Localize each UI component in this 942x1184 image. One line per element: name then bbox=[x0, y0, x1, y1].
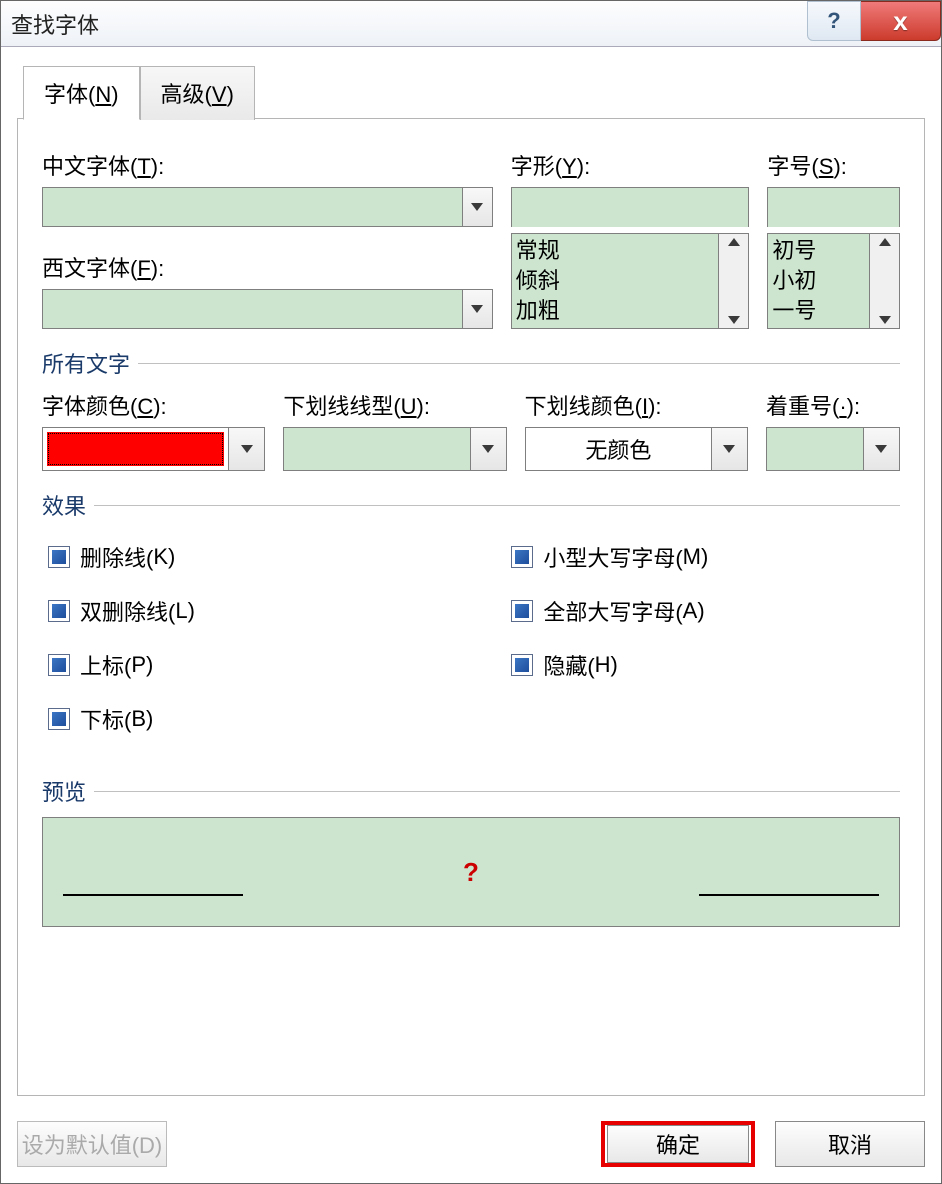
scroll-up-icon[interactable] bbox=[879, 238, 891, 246]
tab-advanced[interactable]: 高级(V) bbox=[140, 66, 255, 120]
chevron-down-icon bbox=[482, 445, 494, 453]
chevron-down-icon bbox=[471, 203, 483, 211]
window-title: 查找字体 bbox=[11, 8, 99, 40]
section-preview: 预览 bbox=[42, 775, 900, 807]
chinese-font-dropdown[interactable] bbox=[462, 188, 492, 226]
scroll-up-icon[interactable] bbox=[728, 238, 740, 246]
underline-color-combo[interactable]: 无颜色 bbox=[525, 427, 748, 471]
check-icon bbox=[52, 658, 66, 672]
label-underline-style: 下划线线型(U): bbox=[283, 389, 506, 421]
font-style-list[interactable]: 常规 倾斜 加粗 bbox=[511, 233, 750, 329]
check-icon bbox=[515, 604, 529, 618]
close-button[interactable]: x bbox=[861, 1, 941, 41]
tab-font[interactable]: 字体(N) bbox=[23, 66, 140, 120]
check-icon bbox=[52, 712, 66, 726]
font-size-list[interactable]: 初号 小初 一号 bbox=[767, 233, 900, 329]
tabstrip: 字体(N) 高级(V) bbox=[23, 65, 925, 119]
label-font-style: 字形(Y): bbox=[511, 149, 750, 181]
font-color-combo[interactable] bbox=[42, 427, 265, 471]
preview-mark: ? bbox=[463, 857, 479, 888]
scrollbar[interactable] bbox=[718, 234, 748, 328]
font-color-swatch bbox=[47, 432, 224, 466]
chevron-down-icon bbox=[875, 445, 887, 453]
underline-style-dropdown[interactable] bbox=[470, 428, 506, 470]
list-item[interactable]: 小初 bbox=[772, 266, 865, 296]
check-strikethrough[interactable]: 删除线(K) bbox=[48, 541, 505, 573]
preview-underline-left bbox=[63, 894, 243, 896]
titlebar: 查找字体 ? x bbox=[1, 1, 941, 47]
find-font-dialog: 查找字体 ? x 字体(N) 高级(V) 中文字体(T): bbox=[0, 0, 942, 1184]
list-item[interactable]: 初号 bbox=[772, 236, 865, 266]
cancel-button[interactable]: 取消 bbox=[775, 1121, 925, 1167]
label-emphasis: 着重号(·): bbox=[766, 389, 900, 421]
list-item[interactable]: 一号 bbox=[772, 296, 865, 326]
underline-color-dropdown[interactable] bbox=[711, 428, 747, 470]
label-font-size: 字号(S): bbox=[767, 149, 900, 181]
chevron-down-icon bbox=[471, 305, 483, 313]
chevron-down-icon bbox=[723, 445, 735, 453]
check-hidden[interactable]: 隐藏(H) bbox=[511, 649, 900, 681]
western-font-value[interactable] bbox=[43, 290, 462, 328]
font-size-input[interactable] bbox=[767, 187, 900, 227]
section-all-text: 所有文字 bbox=[42, 347, 900, 379]
underline-color-value: 无颜色 bbox=[526, 428, 711, 470]
scroll-down-icon[interactable] bbox=[879, 316, 891, 324]
effects-checks: 删除线(K) 双删除线(L) 上标(P) 下标(B) bbox=[42, 531, 900, 757]
font-color-dropdown[interactable] bbox=[228, 428, 264, 470]
ok-button[interactable]: 确定 bbox=[601, 1121, 755, 1167]
label-western-font: 西文字体(F): bbox=[42, 251, 493, 283]
check-double-strikethrough[interactable]: 双删除线(L) bbox=[48, 595, 505, 627]
check-icon bbox=[515, 658, 529, 672]
check-icon bbox=[515, 550, 529, 564]
help-button[interactable]: ? bbox=[807, 1, 861, 41]
preview-underline-right bbox=[699, 894, 879, 896]
check-icon bbox=[52, 550, 66, 564]
underline-style-combo[interactable] bbox=[283, 427, 506, 471]
chinese-font-value[interactable] bbox=[43, 188, 462, 226]
check-small-caps[interactable]: 小型大写字母(M) bbox=[511, 541, 900, 573]
western-font-dropdown[interactable] bbox=[462, 290, 492, 328]
chevron-down-icon bbox=[241, 445, 253, 453]
scroll-down-icon[interactable] bbox=[728, 316, 740, 324]
list-item[interactable]: 加粗 bbox=[516, 296, 715, 326]
check-all-caps[interactable]: 全部大写字母(A) bbox=[511, 595, 900, 627]
window-controls: ? x bbox=[807, 1, 941, 41]
label-underline-color: 下划线颜色(I): bbox=[525, 389, 748, 421]
font-style-input[interactable] bbox=[511, 187, 750, 227]
dialog-footer: 设为默认值(D) 确定 取消 bbox=[1, 1111, 941, 1183]
check-icon bbox=[52, 604, 66, 618]
font-panel: 中文字体(T): 西文字体(F): bbox=[17, 118, 925, 1096]
check-superscript[interactable]: 上标(P) bbox=[48, 649, 505, 681]
list-item[interactable]: 常规 bbox=[516, 236, 715, 266]
emphasis-combo[interactable] bbox=[766, 427, 900, 471]
section-effects: 效果 bbox=[42, 489, 900, 521]
label-font-color: 字体颜色(C): bbox=[42, 389, 265, 421]
label-chinese-font: 中文字体(T): bbox=[42, 149, 493, 181]
client-area: 字体(N) 高级(V) 中文字体(T): bbox=[1, 47, 941, 1111]
western-font-combo[interactable] bbox=[42, 289, 493, 329]
preview-box: ? bbox=[42, 817, 900, 927]
check-subscript[interactable]: 下标(B) bbox=[48, 703, 505, 735]
emphasis-dropdown[interactable] bbox=[863, 428, 899, 470]
set-default-button[interactable]: 设为默认值(D) bbox=[17, 1121, 167, 1167]
scrollbar[interactable] bbox=[869, 234, 899, 328]
chinese-font-combo[interactable] bbox=[42, 187, 493, 227]
list-item[interactable]: 倾斜 bbox=[516, 266, 715, 296]
